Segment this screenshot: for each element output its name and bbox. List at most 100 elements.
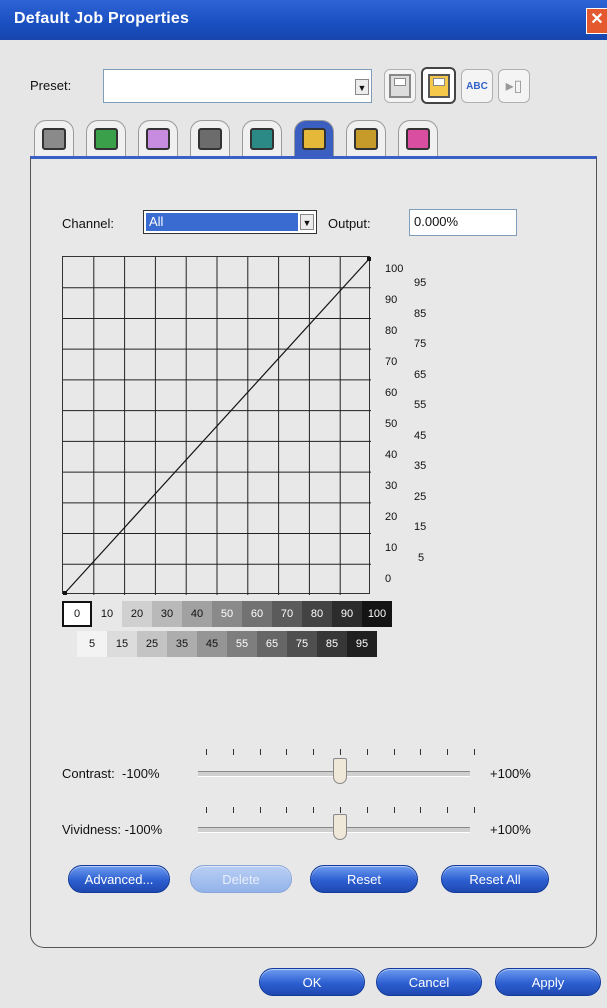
delete-button[interactable]: Delete [190, 865, 292, 893]
tone-swatch[interactable]: 5 [77, 631, 107, 657]
close-button[interactable]: ✕ [586, 8, 607, 34]
tone-swatch[interactable]: 30 [152, 601, 182, 627]
color-pen-tab[interactable] [398, 120, 438, 156]
tone-swatch[interactable]: 10 [92, 601, 122, 627]
arrow-tab[interactable] [86, 120, 126, 156]
slider-tick [340, 749, 341, 755]
axis-label-minor: 25 [414, 490, 427, 503]
tone-swatch[interactable]: 90 [332, 601, 362, 627]
output-field[interactable]: 0.000% [409, 209, 517, 236]
slider-tick [206, 807, 207, 813]
save-disabled-button[interactable] [384, 69, 416, 103]
tone-swatch[interactable]: 65 [257, 631, 287, 657]
vividness-max-label: +100% [490, 822, 531, 837]
tone-swatch[interactable]: 40 [182, 601, 212, 627]
image-tab[interactable] [138, 120, 178, 156]
tone-swatch[interactable]: 70 [272, 601, 302, 627]
position-tab[interactable] [242, 120, 282, 156]
contrast-max-label: +100% [490, 766, 531, 781]
cancel-button[interactable]: Cancel [376, 968, 482, 996]
chevron-down-icon[interactable]: ▼ [300, 214, 314, 230]
position-tab-icon [250, 127, 274, 150]
channel-select[interactable]: All ▼ [143, 210, 317, 234]
tone-swatch[interactable]: 75 [287, 631, 317, 657]
curves-tab[interactable] [294, 120, 334, 156]
curve-control-point[interactable] [63, 591, 67, 595]
tone-swatch[interactable]: 35 [167, 631, 197, 657]
apply-button[interactable]: Apply [495, 968, 601, 996]
tone-swatch[interactable]: 55 [227, 631, 257, 657]
vividness-label: Vividness: -100% [62, 822, 163, 837]
title-bar: Default Job Properties ✕ [0, 0, 607, 40]
slider-tick [259, 749, 261, 755]
delete-trash-icon: ▸▯ [505, 78, 523, 95]
slider-tick [259, 807, 261, 813]
reset-all-button[interactable]: Reset All [441, 865, 549, 893]
axis-label-minor: 75 [414, 338, 427, 350]
axis-label-major: 90 [385, 294, 398, 306]
axis-label-major: 0 [385, 573, 392, 585]
axis-label-major: 30 [385, 480, 398, 492]
curve-control-point[interactable] [367, 257, 371, 261]
arrow-tab-icon [94, 127, 118, 150]
save-preset-button[interactable] [421, 67, 456, 104]
contrast-ticks [198, 749, 475, 757]
axis-label-minor: 95 [414, 277, 427, 289]
tone-swatch[interactable]: 15 [107, 631, 137, 657]
tone-swatch[interactable]: 100 [362, 601, 392, 627]
axis-label-major: 20 [385, 511, 398, 523]
advanced-button[interactable]: Advanced... [68, 865, 170, 893]
slider-tick [206, 749, 207, 755]
axis-label-major: 10 [385, 542, 398, 554]
tone-swatch[interactable]: 20 [122, 601, 152, 627]
axis-label-major: 50 [385, 418, 398, 430]
channel-value: All [146, 213, 298, 231]
slider-tick [313, 807, 315, 813]
axis-label-minor: 15 [414, 521, 427, 533]
rename-preset-button[interactable]: ABC [461, 69, 493, 103]
slider-tick [393, 749, 395, 755]
delete-preset-button[interactable]: ▸▯ [498, 69, 530, 103]
slider-tick [232, 749, 234, 755]
close-icon: ✕ [590, 11, 604, 28]
vividness-slider-thumb[interactable] [333, 814, 347, 840]
tone-swatch[interactable]: 60 [242, 601, 272, 627]
tone-swatch[interactable]: 50 [212, 601, 242, 627]
tone-swatch[interactable]: 85 [317, 631, 347, 657]
curves-tab-icon [302, 127, 326, 150]
preset-select[interactable]: ▼ [103, 69, 372, 103]
printer-tab[interactable] [34, 120, 74, 156]
slider-tick [340, 807, 341, 813]
axis-label-major: 100 [385, 263, 404, 275]
ok-button[interactable]: OK [259, 968, 365, 996]
swatch-row-bottom: 5 15 25 35 45 55 65 75 85 95 [77, 631, 377, 657]
tone-swatch[interactable]: 80 [302, 601, 332, 627]
slider-tick [366, 749, 368, 755]
slider-tick [366, 807, 368, 813]
contrast-slider-thumb[interactable] [333, 758, 347, 784]
tone-swatch[interactable]: 95 [347, 631, 377, 657]
slider-tick [393, 807, 395, 813]
preset-label: Preset: [30, 78, 72, 93]
media-tab-icon [198, 127, 222, 150]
tone-swatch[interactable]: 45 [197, 631, 227, 657]
tone-swatch[interactable]: 25 [137, 631, 167, 657]
curve-graph[interactable] [62, 256, 371, 595]
channel-label: Channel: [62, 216, 115, 231]
output-label: Output: [328, 216, 371, 231]
media-tab[interactable] [190, 120, 230, 156]
axis-label-major: 70 [385, 356, 398, 368]
axis-label-minor: 35 [414, 460, 427, 472]
slider-tick [474, 749, 475, 755]
slider-tick [474, 807, 475, 813]
rename-abc-icon: ABC [466, 80, 488, 92]
layers-tab[interactable] [346, 120, 386, 156]
layers-tab-icon [354, 127, 378, 150]
printer-tab-icon [42, 127, 66, 150]
contrast-label: Contrast: -100% [62, 766, 160, 781]
tone-swatch[interactable]: 0 [62, 601, 92, 627]
reset-button[interactable]: Reset [310, 865, 418, 893]
swatch-row-top: 0 10 20 30 40 50 60 70 80 90 100 [62, 601, 392, 627]
chevron-down-icon[interactable]: ▼ [355, 79, 369, 95]
slider-tick [232, 807, 234, 813]
